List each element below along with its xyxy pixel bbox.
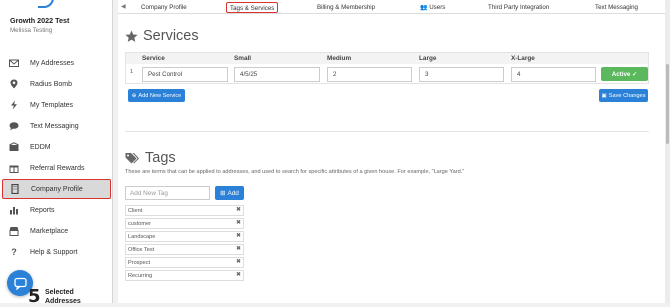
sidebar-item-help-support[interactable]: ? Help & Support [2, 242, 111, 262]
sidebar-item-label: My Addresses [30, 59, 74, 67]
building-icon [7, 184, 23, 194]
remove-tag-icon[interactable]: ✖ [236, 206, 241, 213]
add-tag-button[interactable]: ⊞ Add [215, 186, 244, 200]
tab-tags-services[interactable]: Tags & Services [226, 2, 279, 13]
question-icon: ? [11, 247, 17, 257]
tab-bar: ◀ Company Profile Tags & Services Billin… [118, 0, 665, 14]
sidebar-item-reports[interactable]: Reports [2, 200, 111, 220]
tags-icon [125, 152, 140, 165]
plus-icon: ⊞ [220, 190, 226, 197]
gift-icon [6, 163, 22, 173]
map-pin-icon [6, 79, 22, 89]
tag-item: Landscape ✖ [125, 231, 244, 242]
sidebar-item-label: Referral Rewards [30, 164, 85, 172]
sidebar-item-marketplace[interactable]: Marketplace [2, 221, 111, 241]
tag-item: Prospect ✖ [125, 257, 244, 268]
save-changes-button[interactable]: ▣ Save Changes [599, 89, 648, 102]
tab-users[interactable]: 👥 Users [417, 2, 448, 13]
services-table: Service Small Medium Large X-Large 1 Pes… [125, 52, 649, 84]
sidebar-item-label: My Templates [30, 101, 74, 109]
chat-icon [6, 121, 22, 131]
plus-icon: ⊕ [131, 92, 137, 99]
envelope-icon [6, 58, 22, 68]
main-panel: ◀ Company Profile Tags & Services Billin… [118, 0, 665, 303]
tab-text-messaging[interactable]: Text Messaging [592, 2, 641, 13]
services-title: Services [125, 28, 199, 44]
tab-scroll-left-icon[interactable]: ◀ [121, 3, 126, 10]
medium-price-input[interactable]: 2 [327, 67, 412, 82]
sidebar: Growth 2022 Test Melissa Testing My Addr… [0, 0, 113, 307]
star-icon [125, 30, 138, 43]
mailbox-icon [6, 142, 22, 152]
store-icon [6, 226, 22, 236]
sidebar-item-label: Help & Support [30, 248, 78, 256]
selected-label: Selected Addresses [45, 289, 81, 305]
services-table-header: Service Small Medium Large X-Large [126, 53, 648, 64]
sidebar-item-referral-rewards[interactable]: Referral Rewards [2, 158, 111, 178]
sidebar-item-eddm[interactable]: EDDM [2, 137, 111, 157]
sidebar-item-my-templates[interactable]: My Templates [2, 95, 111, 115]
active-toggle-button[interactable]: Active ✓ [601, 67, 648, 81]
tab-third-party-integration[interactable]: Third Party Integration [485, 2, 552, 13]
remove-tag-icon[interactable]: ✖ [236, 245, 241, 252]
sidebar-item-label: Company Profile [31, 185, 83, 193]
xlarge-price-input[interactable]: 4 [511, 67, 596, 82]
page-scrollbar[interactable] [665, 0, 670, 303]
sidebar-item-label: Reports [30, 206, 55, 214]
remove-tag-icon[interactable]: ✖ [236, 219, 241, 226]
column-header-small: Small [234, 55, 252, 62]
sidebar-item-text-messaging[interactable]: Text Messaging [2, 116, 111, 136]
section-divider [125, 131, 649, 132]
remove-tag-icon[interactable]: ✖ [236, 271, 241, 278]
small-price-input[interactable]: 4/5/25 [234, 67, 320, 82]
users-icon: 👥 [420, 5, 428, 11]
large-price-input[interactable]: 3 [419, 67, 504, 82]
row-number: 1 [130, 69, 134, 75]
sidebar-item-radius-bomb[interactable]: Radius Bomb [2, 74, 111, 94]
tags-title: Tags [125, 150, 176, 166]
tag-item: Recurring ✖ [125, 270, 244, 281]
scrollbar-thumb[interactable] [666, 64, 669, 144]
column-header-large: Large [419, 55, 437, 62]
remove-tag-icon[interactable]: ✖ [236, 232, 241, 239]
tag-item: customer ✖ [125, 218, 244, 229]
sidebar-item-label: Radius Bomb [30, 80, 73, 88]
bar-chart-icon [6, 205, 22, 215]
selected-count: 5 [28, 286, 41, 307]
add-new-service-button[interactable]: ⊕ Add New Service [128, 89, 185, 102]
sidebar-item-label: Text Messaging [30, 122, 79, 130]
save-icon: ▣ [601, 92, 607, 99]
service-name-input[interactable]: Pest Control [142, 67, 228, 82]
sidebar-item-label: Marketplace [30, 227, 69, 235]
remove-tag-icon[interactable]: ✖ [236, 258, 241, 265]
account-user: Melissa Testing [10, 27, 53, 34]
tab-company-profile[interactable]: Company Profile [138, 2, 190, 13]
logo [38, 0, 54, 8]
bolt-icon [6, 100, 22, 110]
tags-description: These are terms that can be applied to a… [125, 169, 465, 175]
account-name: Growth 2022 Test [10, 16, 70, 25]
chat-icon [13, 277, 27, 290]
tag-item: Office Test ✖ [125, 244, 244, 255]
check-icon: ✓ [632, 70, 638, 78]
tab-billing-membership[interactable]: Billing & Membership [314, 2, 378, 13]
sidebar-item-label: EDDM [30, 143, 51, 151]
column-header-service: Service [142, 55, 165, 62]
new-tag-input[interactable]: Add New Tag [125, 186, 210, 200]
column-header-xlarge: X-Large [511, 55, 535, 62]
sidebar-item-my-addresses[interactable]: My Addresses [2, 53, 111, 73]
column-header-medium: Medium [327, 55, 352, 62]
sidebar-item-company-profile[interactable]: Company Profile [2, 179, 111, 199]
tag-item: Client ✖ [125, 205, 244, 216]
